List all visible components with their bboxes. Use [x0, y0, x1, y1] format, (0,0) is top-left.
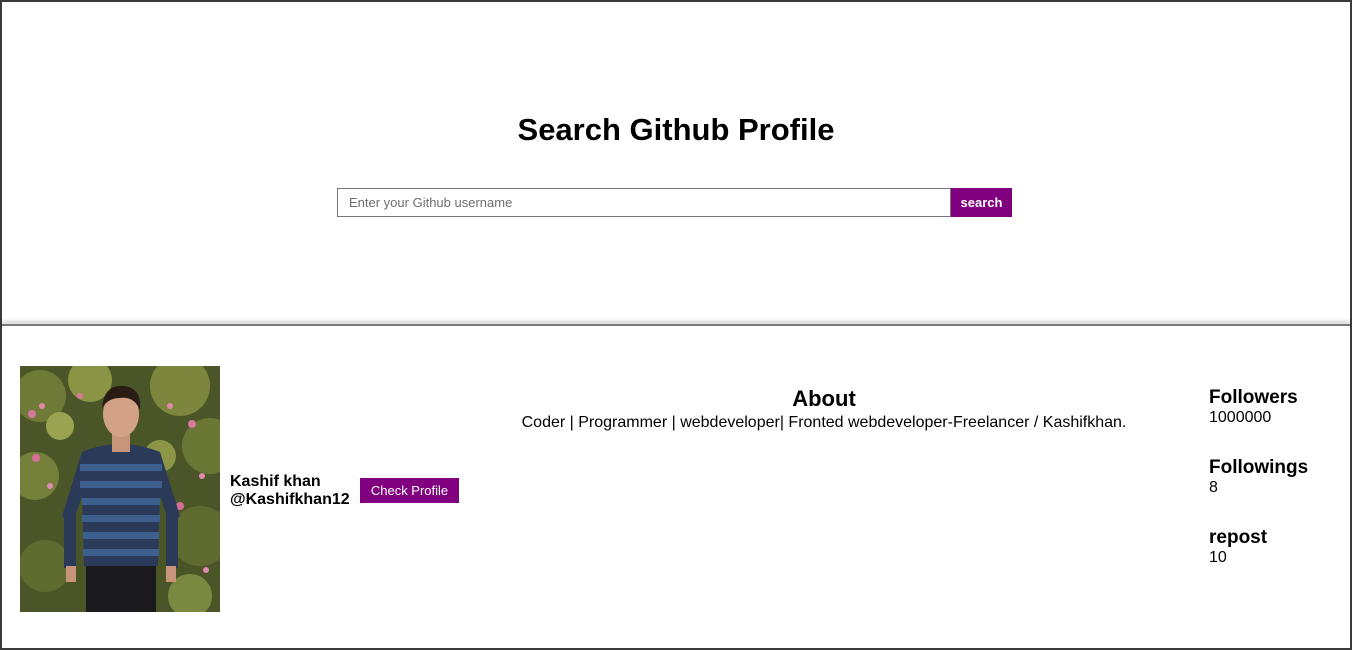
- stat-value: 1000000: [1209, 409, 1272, 426]
- profile-card: Kashif khan @Kashifkhan12 Check Profile …: [2, 326, 1350, 648]
- about-bio: Coder | Programmer | webdeveloper| Front…: [521, 414, 1127, 431]
- about-heading: About: [792, 386, 856, 411]
- user-names: Kashif khan @Kashifkhan12: [230, 473, 350, 509]
- stat-followers: Followers 1000000: [1209, 387, 1344, 457]
- stat-label: Followers: [1209, 387, 1298, 408]
- profile-name: Kashif khan: [230, 473, 321, 490]
- stat-value: 8: [1209, 479, 1218, 496]
- check-profile-button[interactable]: Check Profile: [360, 478, 459, 503]
- stat-label: Followings: [1209, 457, 1309, 478]
- page-title: Search Github Profile: [517, 112, 835, 147]
- stats-panel: Followers 1000000 Followings 8 repost 10: [1209, 387, 1344, 597]
- profile-photo-icon: [20, 366, 220, 612]
- app-window: Search Github Profile search: [0, 0, 1352, 650]
- stat-followings: Followings 8: [1209, 457, 1344, 527]
- about-section: About Coder | Programmer | webdeveloper|…: [462, 386, 1186, 434]
- stat-label: repost: [1209, 527, 1268, 548]
- avatar: [20, 366, 220, 612]
- profile-username: @Kashifkhan12: [230, 491, 350, 508]
- search-section: Search Github Profile search: [2, 2, 1350, 324]
- search-input[interactable]: [337, 188, 951, 217]
- search-button[interactable]: search: [951, 188, 1012, 217]
- stat-repost: repost 10: [1209, 527, 1344, 597]
- search-form: search: [337, 188, 1012, 217]
- stat-value: 10: [1209, 549, 1227, 566]
